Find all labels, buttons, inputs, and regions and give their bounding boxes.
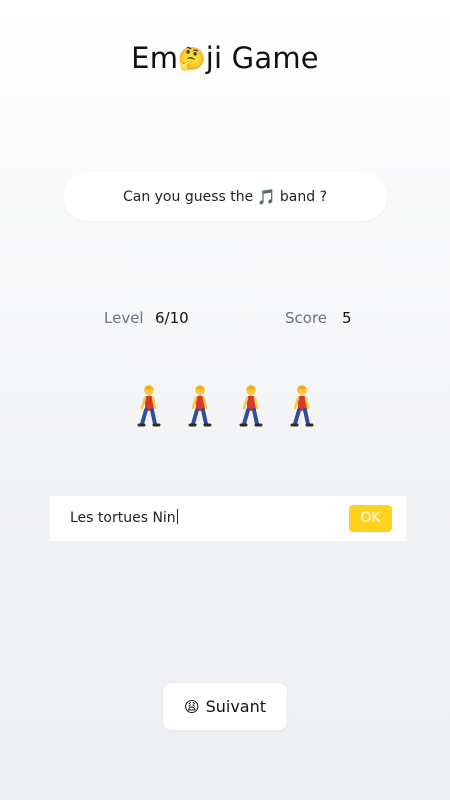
music-notes-icon: 🎵 — [257, 187, 276, 206]
question-card: Can you guess the 🎵 band ? — [63, 172, 387, 221]
person-walking-icon — [290, 385, 314, 427]
person-walking-icon — [188, 385, 212, 427]
person-walking-icon — [239, 385, 263, 427]
answer-input[interactable]: Les tortues Nin — [70, 508, 178, 528]
emoji-puzzle — [0, 384, 450, 428]
level-label: Level — [104, 309, 144, 327]
app-title-end: ji Game — [205, 41, 319, 75]
score-value: 5 — [342, 309, 352, 327]
next-button-label: Suivant — [205, 697, 267, 716]
person-walking-icon — [137, 385, 161, 427]
app-title: Em🤔ji Game — [0, 38, 450, 80]
next-button[interactable]: 😩 Suivant — [163, 683, 287, 730]
question-text-start: Can you guess the — [122, 188, 254, 205]
score-label: Score — [285, 309, 328, 327]
answer-bar: Les tortues Nin OK — [50, 496, 406, 541]
ok-button[interactable]: OK — [349, 505, 392, 532]
level-value: 6/10 — [155, 309, 189, 327]
weary-face-icon: 😩 — [183, 697, 200, 716]
question-text-end: band ? — [279, 188, 328, 205]
thinking-face-icon: 🤔 — [178, 47, 206, 72]
answer-input-value: Les tortues Nin — [70, 510, 176, 526]
stats-bar: Level 6/10 Score 5 — [0, 306, 450, 330]
text-caret — [176, 509, 178, 524]
app-title-start: Em — [131, 41, 179, 75]
